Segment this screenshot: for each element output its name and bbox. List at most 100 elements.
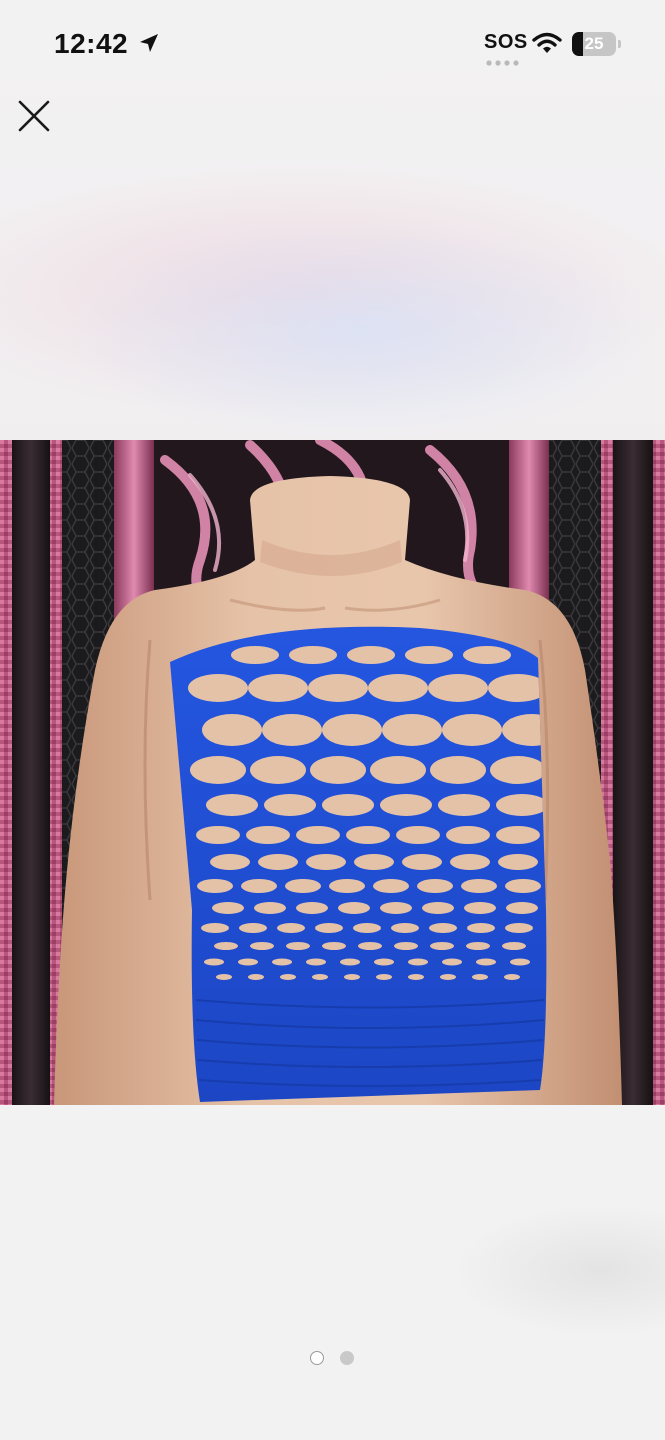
mesh-hole	[505, 879, 541, 893]
mesh-hole	[504, 974, 520, 980]
mesh-hole	[340, 958, 360, 966]
close-icon	[12, 94, 56, 138]
mesh-hole	[408, 958, 428, 966]
mesh-hole	[396, 826, 440, 844]
mesh-hole	[374, 958, 394, 966]
page-dot-2[interactable]	[340, 1351, 354, 1365]
mesh-hole	[506, 902, 538, 914]
wifi-icon	[532, 32, 562, 54]
mesh-hole	[201, 923, 229, 933]
mesh-hole	[250, 942, 274, 950]
mesh-hole	[212, 902, 244, 914]
mesh-hole	[380, 794, 432, 816]
mesh-hole	[258, 854, 298, 870]
mesh-hole	[310, 756, 366, 784]
mesh-hole	[280, 974, 296, 980]
mesh-hole	[476, 958, 496, 966]
mesh-hole	[210, 854, 250, 870]
mesh-hole	[322, 714, 382, 746]
mesh-hole	[505, 923, 533, 933]
mesh-hole	[190, 756, 246, 784]
mesh-hole	[440, 974, 456, 980]
battery-icon: 25	[572, 32, 624, 56]
mesh-hole	[239, 923, 267, 933]
mesh-hole	[405, 646, 453, 664]
mesh-hole	[312, 974, 328, 980]
mesh-hole	[358, 942, 382, 950]
page-indicator	[0, 1351, 665, 1367]
mesh-hole	[248, 974, 264, 980]
mesh-hole	[206, 794, 258, 816]
mesh-hole	[408, 974, 424, 980]
mesh-hole	[382, 714, 442, 746]
status-sos: SOS	[484, 31, 528, 53]
mesh-hole	[322, 942, 346, 950]
mesh-hole	[202, 714, 262, 746]
mesh-hole	[370, 756, 426, 784]
mesh-hole	[197, 879, 233, 893]
mesh-hole	[467, 923, 495, 933]
mesh-hole	[442, 958, 462, 966]
mesh-hole	[277, 923, 305, 933]
battery-tip	[618, 40, 621, 48]
mesh-hole	[248, 674, 308, 702]
status-bar: 12:42 SOS 25	[0, 0, 665, 90]
status-time: 12:42	[54, 28, 129, 59]
mesh-hole	[502, 942, 526, 950]
mesh-hole	[296, 902, 328, 914]
mesh-hole	[214, 942, 238, 950]
mesh-hole	[285, 879, 321, 893]
mesh-hole	[262, 714, 322, 746]
mesh-hole	[429, 923, 457, 933]
mesh-hole	[430, 942, 454, 950]
mesh-hole	[289, 646, 337, 664]
mesh-hole	[368, 674, 428, 702]
mesh-hole	[417, 879, 453, 893]
mesh-hole	[346, 826, 390, 844]
mesh-hole	[231, 646, 279, 664]
mesh-hole	[438, 794, 490, 816]
mesh-hole	[353, 923, 381, 933]
battery-shell: 25	[572, 32, 616, 56]
mesh-hole	[463, 646, 511, 664]
mesh-hole	[246, 826, 290, 844]
mesh-hole	[308, 674, 368, 702]
mesh-hole	[450, 854, 490, 870]
mesh-hole	[315, 923, 343, 933]
mesh-hole	[466, 942, 490, 950]
mesh-hole	[250, 756, 306, 784]
mesh-hole	[329, 879, 365, 893]
mesh-hole	[402, 854, 442, 870]
mesh-hole	[461, 879, 497, 893]
mesh-hole	[347, 646, 395, 664]
mesh-hole	[422, 902, 454, 914]
product-photo[interactable]	[0, 440, 665, 1105]
mesh-hole	[446, 826, 490, 844]
mesh-hole	[373, 879, 409, 893]
close-button[interactable]	[12, 94, 56, 138]
mesh-hole	[306, 958, 326, 966]
mesh-hole	[216, 974, 232, 980]
mesh-hole	[286, 942, 310, 950]
mesh-hole	[496, 794, 547, 816]
battery-level-text: 25	[584, 34, 604, 53]
mesh-hole	[254, 902, 286, 914]
mesh-hole	[391, 923, 419, 933]
signal-dots-icon	[486, 53, 520, 66]
mesh-hole	[306, 854, 346, 870]
mesh-hole	[238, 958, 258, 966]
mesh-hole	[344, 974, 360, 980]
mesh-hole	[442, 714, 502, 746]
mesh-hole	[380, 902, 412, 914]
mesh-hole	[196, 826, 240, 844]
mesh-hole	[490, 756, 546, 784]
mesh-hole	[322, 794, 374, 816]
page-dot-1[interactable]	[310, 1351, 324, 1365]
mesh-hole	[428, 674, 488, 702]
mesh-hole	[472, 974, 488, 980]
mesh-hole	[498, 854, 538, 870]
mesh-hole	[496, 826, 540, 844]
mesh-hole	[188, 674, 248, 702]
mesh-hole	[394, 942, 418, 950]
mesh-hole	[464, 902, 496, 914]
